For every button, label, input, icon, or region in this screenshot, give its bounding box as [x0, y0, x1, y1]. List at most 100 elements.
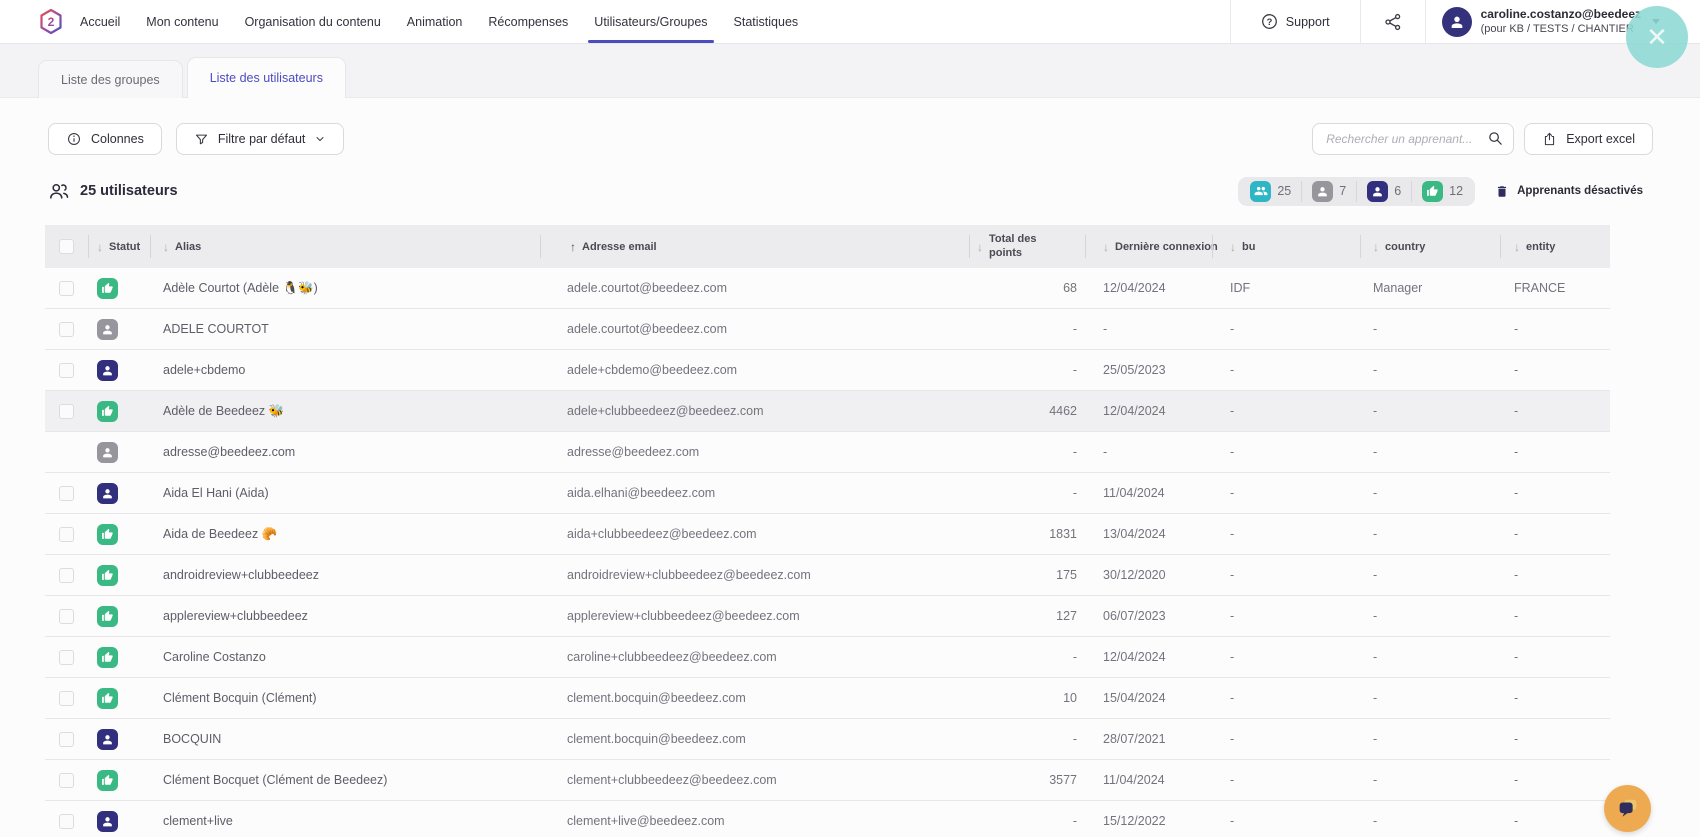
row-checkbox[interactable] — [59, 609, 74, 624]
status-badge-count: 12 — [1449, 184, 1463, 198]
status-count-badge[interactable]: 25 — [1240, 181, 1302, 202]
cell-last-login: 12/04/2024 — [1085, 637, 1212, 677]
column-header-label: Alias — [175, 241, 201, 253]
table-row[interactable]: Clément Bocquet (Clément de Beedeez) cle… — [45, 760, 1610, 801]
sort-arrow-icon: ↑ — [570, 240, 576, 254]
table-row[interactable]: ADELE COURTOT adele.courtot@beedeez.com … — [45, 309, 1610, 350]
table-row[interactable]: adresse@beedeez.com adresse@beedeez.com … — [45, 432, 1610, 473]
row-checkbox[interactable] — [59, 404, 74, 419]
export-excel-button[interactable]: Export excel — [1524, 123, 1653, 155]
search-wrap — [1312, 123, 1514, 155]
beedeez-logo-icon: 2 — [38, 8, 64, 36]
svg-text:?: ? — [1266, 17, 1272, 27]
nav-item-organisation-du-contenu[interactable]: Organisation du contenu — [245, 0, 381, 43]
cell-country: - — [1360, 637, 1500, 677]
table-row[interactable]: Aida de Beedeez 🥐 aida+clubbeedeez@beede… — [45, 514, 1610, 555]
row-checkbox[interactable] — [59, 363, 74, 378]
row-checkbox[interactable] — [59, 281, 74, 296]
cell-country: - — [1360, 555, 1500, 595]
column-header-last[interactable]: ↓ Dernière connexion — [1085, 225, 1212, 268]
row-checkbox[interactable] — [59, 732, 74, 747]
row-checkbox[interactable] — [59, 650, 74, 665]
tab-liste-des-utilisateurs[interactable]: Liste des utilisateurs — [187, 57, 346, 98]
chat-widget-button[interactable] — [1604, 785, 1651, 832]
cell-bu: - — [1212, 719, 1360, 759]
table-row[interactable]: applereview+clubbeedeez applereview+club… — [45, 596, 1610, 637]
overlay-close-button[interactable]: ✕ — [1626, 6, 1688, 68]
row-checkbox[interactable] — [59, 486, 74, 501]
row-checkbox[interactable] — [59, 322, 74, 337]
table-body: Adèle Courtot (Adèle 🐧🐝) adele.courtot@b… — [45, 268, 1610, 837]
cell-status — [88, 760, 150, 800]
question-icon: ? — [1261, 13, 1278, 30]
select-all-checkbox[interactable] — [59, 239, 74, 254]
table-row[interactable]: Adèle Courtot (Adèle 🐧🐝) adele.courtot@b… — [45, 268, 1610, 309]
thumbs-up-icon — [101, 692, 114, 705]
cell-bu: - — [1212, 637, 1360, 677]
table-row[interactable]: Adèle de Beedeez 🐝 adele+clubbeedeez@bee… — [45, 391, 1610, 432]
column-header-email[interactable]: ↑ Adresse email — [540, 225, 969, 268]
status-icon-active — [97, 524, 118, 545]
disabled-learners-button[interactable]: Apprenants désactivés — [1495, 184, 1643, 199]
table-row[interactable]: Caroline Costanzo caroline+clubbeedeez@b… — [45, 637, 1610, 678]
column-header-label: entity — [1526, 241, 1555, 253]
cell-status — [88, 514, 150, 554]
default-filter-button[interactable]: Filtre par défaut — [176, 123, 345, 155]
status-icon-registered — [97, 483, 118, 504]
tab-liste-des-groupes[interactable]: Liste des groupes — [38, 60, 183, 98]
column-header-entity[interactable]: ↓ entity — [1500, 225, 1610, 268]
cell-alias: Caroline Costanzo — [150, 637, 540, 677]
row-checkbox[interactable] — [59, 691, 74, 706]
thumbs-up-icon — [101, 528, 114, 541]
cell-checkbox — [45, 268, 88, 308]
row-checkbox[interactable] — [59, 568, 74, 583]
cell-alias: adresse@beedeez.com — [150, 432, 540, 472]
status-count-badge[interactable]: 12 — [1412, 181, 1473, 202]
table-row[interactable]: Clément Bocquin (Clément) clement.bocqui… — [45, 678, 1610, 719]
cell-bu: - — [1212, 514, 1360, 554]
search-input[interactable] — [1312, 123, 1514, 155]
search-icon[interactable] — [1487, 130, 1504, 147]
cell-email: clement+clubbeedeez@beedeez.com — [540, 760, 969, 800]
cell-last-login: 12/04/2024 — [1085, 391, 1212, 431]
row-checkbox[interactable] — [59, 814, 74, 829]
table-row[interactable]: clement+live clement+live@beedeez.com - … — [45, 801, 1610, 837]
cell-last-login: 06/07/2023 — [1085, 596, 1212, 636]
cell-entity: - — [1500, 432, 1610, 472]
table-row[interactable]: Aida El Hani (Aida) aida.elhani@beedeez.… — [45, 473, 1610, 514]
users-panel: Colonnes Filtre par défaut Export — [0, 97, 1700, 837]
columns-button[interactable]: Colonnes — [48, 123, 162, 155]
column-header-bu[interactable]: ↓ bu — [1212, 225, 1360, 268]
nav-item-accueil[interactable]: Accueil — [80, 0, 120, 43]
column-header-statut[interactable]: ↓ Statut — [88, 225, 150, 268]
nav-item-r-compenses[interactable]: Récompenses — [488, 0, 568, 43]
row-checkbox[interactable] — [59, 773, 74, 788]
cell-email: adele.courtot@beedeez.com — [540, 268, 969, 308]
column-header-alias[interactable]: ↓ Alias — [150, 225, 540, 268]
cell-points: 4462 — [969, 391, 1085, 431]
table-row[interactable]: BOCQUIN clement.bocquin@beedeez.com - 28… — [45, 719, 1610, 760]
status-count-badge[interactable]: 6 — [1357, 181, 1412, 202]
table-row[interactable]: androidreview+clubbeedeez androidreview+… — [45, 555, 1610, 596]
org-chart-button[interactable] — [1361, 0, 1425, 43]
support-button[interactable]: ? Support — [1231, 0, 1360, 43]
column-header-label: country — [1385, 241, 1425, 253]
thumbs-up-icon — [101, 774, 114, 787]
nav-item-utilisateurs-groupes[interactable]: Utilisateurs/Groupes — [594, 0, 707, 43]
table-row[interactable]: adele+cbdemo adele+cbdemo@beedeez.com - … — [45, 350, 1610, 391]
toolbar-left: Colonnes Filtre par défaut — [48, 123, 344, 155]
row-checkbox[interactable] — [59, 527, 74, 542]
status-count-badge[interactable]: 7 — [1302, 181, 1357, 202]
user-info: caroline.costanzo@beedeez (pour KB / TES… — [1481, 7, 1641, 37]
cell-checkbox — [45, 555, 88, 595]
cell-status — [88, 678, 150, 718]
column-header-country[interactable]: ↓ country — [1360, 225, 1500, 268]
beedeez-logo[interactable]: 2 — [38, 8, 64, 36]
column-header-points[interactable]: ↓ Total des points — [969, 225, 1085, 268]
nav-item-animation[interactable]: Animation — [407, 0, 463, 43]
close-icon: ✕ — [1646, 22, 1668, 53]
cell-checkbox — [45, 760, 88, 800]
cell-checkbox — [45, 350, 88, 390]
nav-item-mon-contenu[interactable]: Mon contenu — [146, 0, 218, 43]
nav-item-statistiques[interactable]: Statistiques — [734, 0, 799, 43]
